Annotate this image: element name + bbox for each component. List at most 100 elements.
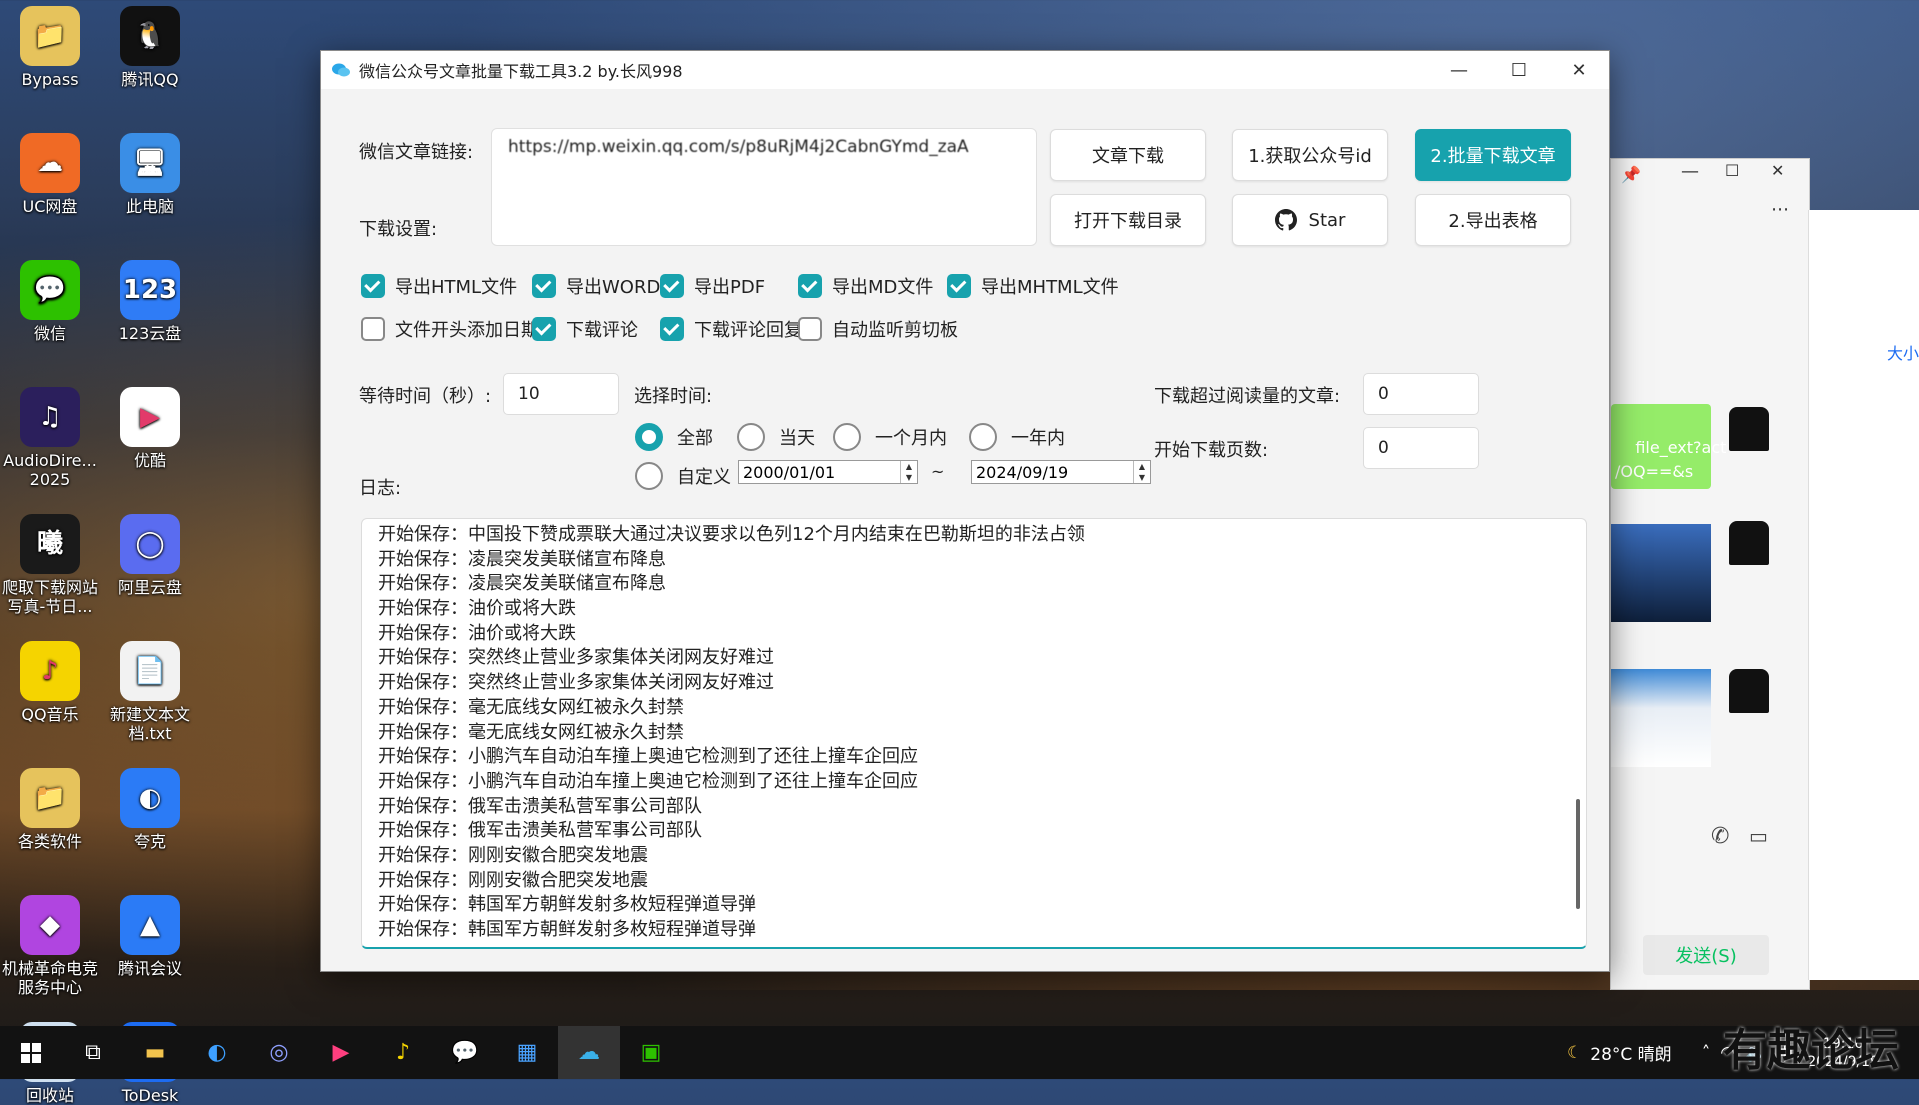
chat-image-thumb[interactable] bbox=[1611, 669, 1711, 767]
batch-download-button[interactable]: 2.批量下载文章 bbox=[1415, 129, 1571, 181]
start-page-input[interactable]: 0 bbox=[1363, 427, 1479, 469]
desktop-icon-qq[interactable]: 🐧 腾讯QQ bbox=[102, 6, 198, 89]
checkbox-prefix-date[interactable]: 文件开头添加日期 bbox=[361, 316, 539, 342]
checkbox-download-comments[interactable]: 下载评论 bbox=[532, 316, 638, 342]
chat-close-icon[interactable]: ✕ bbox=[1771, 161, 1784, 180]
desktop-icon-label: ToDesk bbox=[121, 1086, 179, 1105]
date-from-field[interactable]: 2000/01/01 ▲ ▼ bbox=[738, 460, 918, 484]
desktop-icon-this-pc[interactable]: 🖥 此电脑 bbox=[102, 133, 198, 216]
desktop-icon-software-folder[interactable]: 📁 各类软件 bbox=[2, 768, 98, 851]
log-scrollbar[interactable] bbox=[1576, 799, 1580, 909]
radio-today[interactable]: 当天 bbox=[737, 423, 815, 451]
article-download-button[interactable]: 文章下载 bbox=[1050, 129, 1206, 181]
more-icon[interactable]: ⋯ bbox=[1771, 199, 1789, 220]
pin-icon[interactable]: 📌 bbox=[1621, 165, 1641, 184]
checkmark-icon bbox=[532, 274, 556, 298]
settings-label: 下载设置: bbox=[359, 219, 438, 240]
terminal-icon[interactable]: ▣ bbox=[620, 1026, 682, 1079]
desktop-icon-tencent-meeting[interactable]: ▲ 腾讯会议 bbox=[102, 895, 198, 978]
aliyun-drive-icon: ◯ bbox=[120, 514, 180, 574]
size-column-label: 大小 bbox=[1887, 344, 1919, 363]
log-line: 开始保存：油价或将大跌 bbox=[378, 622, 576, 644]
phone-icon[interactable]: ✆ bbox=[1711, 824, 1729, 849]
date-from-spinner[interactable]: ▲ ▼ bbox=[900, 461, 917, 483]
weather-text[interactable]: 28°C 晴朗 bbox=[1590, 1040, 1671, 1065]
qq-music-icon: ♪ bbox=[20, 641, 80, 701]
checkbox-label: 下载评论 bbox=[566, 320, 638, 341]
url-label: 微信文章链接: bbox=[359, 142, 474, 163]
minimize-button[interactable]: — bbox=[1429, 51, 1489, 89]
checkbox-export-md[interactable]: 导出MD文件 bbox=[798, 273, 933, 299]
date-to-spinner[interactable]: ▲ ▼ bbox=[1133, 461, 1150, 483]
downloader-window: 微信公众号文章批量下载工具3.2 by.长风998 — ☐ ✕ 微信文章链接: … bbox=[320, 50, 1610, 972]
close-button[interactable]: ✕ bbox=[1549, 51, 1609, 89]
start-icon[interactable] bbox=[0, 1026, 62, 1079]
desktop-icon-mechrevo-center[interactable]: ◆ 机械革命电竞服务中心 bbox=[2, 895, 98, 997]
get-account-id-button[interactable]: 1.获取公众号id bbox=[1232, 129, 1388, 181]
checkbox-export-pdf[interactable]: 导出PDF bbox=[660, 273, 765, 299]
checkbox-export-word[interactable]: 导出WORD bbox=[532, 273, 660, 299]
radio-all[interactable]: 全部 bbox=[635, 423, 713, 451]
chat-minimize-icon[interactable]: — bbox=[1681, 161, 1699, 182]
wait-time-input[interactable]: 10 bbox=[503, 373, 619, 415]
archive-icon[interactable]: ▦ bbox=[496, 1026, 558, 1079]
send-button[interactable]: 发送(S) bbox=[1643, 935, 1769, 975]
qq-icon: 🐧 bbox=[120, 6, 180, 66]
youku-icon[interactable]: ▶ bbox=[310, 1026, 372, 1079]
checkbox-export-html[interactable]: 导出HTML文件 bbox=[361, 273, 517, 299]
checkmark-icon bbox=[660, 317, 684, 341]
log-line: 开始保存：韩国军方朝鲜发射多枚短程弹道导弹 bbox=[378, 919, 756, 940]
checkbox-auto-clipboard[interactable]: 自动监听剪切板 bbox=[798, 316, 958, 342]
open-directory-button[interactable]: 打开下载目录 bbox=[1050, 194, 1206, 246]
file-explorer-icon[interactable]: ▬ bbox=[124, 1026, 186, 1079]
chat-bubble: file_ext?act /OQ==&s bbox=[1611, 404, 1726, 489]
qq-music-icon[interactable]: ♪ bbox=[372, 1026, 434, 1079]
checkbox-export-mhtml[interactable]: 导出MHTML文件 bbox=[947, 273, 1119, 299]
log-line: 开始保存：中国投下赞成票联大通过决议要求以色列12个月内结束在巴勒斯坦的非法占领 bbox=[378, 524, 1085, 545]
chevron-up-icon[interactable]: ˄ bbox=[1702, 1043, 1711, 1063]
date-to-field[interactable]: 2024/09/19 ▲ ▼ bbox=[971, 460, 1151, 484]
aliyun-drive-icon[interactable]: ◎ bbox=[248, 1026, 310, 1079]
avatar bbox=[1729, 521, 1769, 565]
log-line: 开始保存：凌晨突发美联储宣布降息 bbox=[378, 573, 666, 595]
desktop-icon-audio-director[interactable]: ♫ AudioDire... 2025 bbox=[2, 387, 98, 489]
quark-browser-icon[interactable]: ◐ bbox=[186, 1026, 248, 1079]
checkbox-label: 自动监听剪切板 bbox=[832, 320, 958, 341]
url-textarea[interactable]: https://mp.weixin.qq.com/s/p8uRjM4j2Cabn… bbox=[491, 128, 1037, 246]
desktop-icon-label: 此电脑 bbox=[125, 197, 174, 216]
desktop-icon-label: 夸克 bbox=[133, 832, 166, 851]
radio-selected-icon bbox=[635, 423, 663, 451]
radio-one-month[interactable]: 一个月内 bbox=[833, 423, 947, 451]
desktop-icon-crawler[interactable]: 曦爬取下载网站写真-节日... bbox=[2, 514, 98, 616]
desktop-icon-label: 机械革命电竞服务中心 bbox=[2, 959, 99, 997]
downloader-taskbar-icon[interactable]: ☁ bbox=[558, 1026, 620, 1079]
desktop-icon-wechat[interactable]: 💬 微信 bbox=[2, 260, 98, 343]
checkbox-label: 导出HTML文件 bbox=[395, 277, 518, 298]
desktop-icon-label: 微信 bbox=[33, 324, 66, 343]
chat-maximize-icon[interactable]: ☐ bbox=[1725, 161, 1739, 180]
chat-image-thumb[interactable] bbox=[1611, 524, 1711, 622]
wechat-icon[interactable]: 💬 bbox=[434, 1026, 496, 1079]
window-title: 微信公众号文章批量下载工具3.2 by.长风998 bbox=[359, 62, 683, 81]
radio-custom[interactable]: 自定义 bbox=[635, 462, 731, 490]
desktop-icon-aliyun-drive[interactable]: ◯ 阿里云盘 bbox=[102, 514, 198, 597]
desktop-icon-qq-music[interactable]: ♪ QQ音乐 bbox=[2, 641, 98, 724]
desktop-icon-bypass[interactable]: 📁 Bypass bbox=[2, 6, 98, 89]
video-call-icon[interactable]: ▭ bbox=[1749, 824, 1768, 848]
export-table-button[interactable]: 2.导出表格 bbox=[1415, 194, 1571, 246]
desktop-icon-new-text-doc[interactable]: 📄 新建文本文档.txt bbox=[102, 641, 198, 743]
desktop-icon-123-drive[interactable]: 123 123云盘 bbox=[102, 260, 198, 343]
read-threshold-input[interactable]: 0 bbox=[1363, 373, 1479, 415]
wait-time-label: 等待时间（秒）: bbox=[359, 386, 492, 407]
log-area[interactable]: 开始保存：中国投下赞成票联大通过决议要求以色列12个月内结束在巴勒斯坦的非法占领… bbox=[361, 518, 1587, 949]
star-button[interactable]: Star bbox=[1232, 194, 1388, 246]
radio-one-year[interactable]: 一年内 bbox=[969, 423, 1065, 451]
maximize-button[interactable]: ☐ bbox=[1489, 51, 1549, 89]
chat-window: 📌 — ☐ ✕ ⋯ file_ext?act /OQ==&s ✆ ▭ bbox=[1610, 158, 1810, 990]
desktop-icon-quark[interactable]: ◐ 夸克 bbox=[102, 768, 198, 851]
task-view-icon[interactable]: ⧉ bbox=[62, 1026, 124, 1079]
desktop-icon-uc-drive[interactable]: ☁ UC网盘 bbox=[2, 133, 98, 216]
checkbox-download-comment-replies[interactable]: 下载评论回复 bbox=[660, 316, 802, 342]
radio-label: 当天 bbox=[779, 428, 815, 449]
desktop-icon-youku[interactable]: ▶ 优酷 bbox=[102, 387, 198, 470]
